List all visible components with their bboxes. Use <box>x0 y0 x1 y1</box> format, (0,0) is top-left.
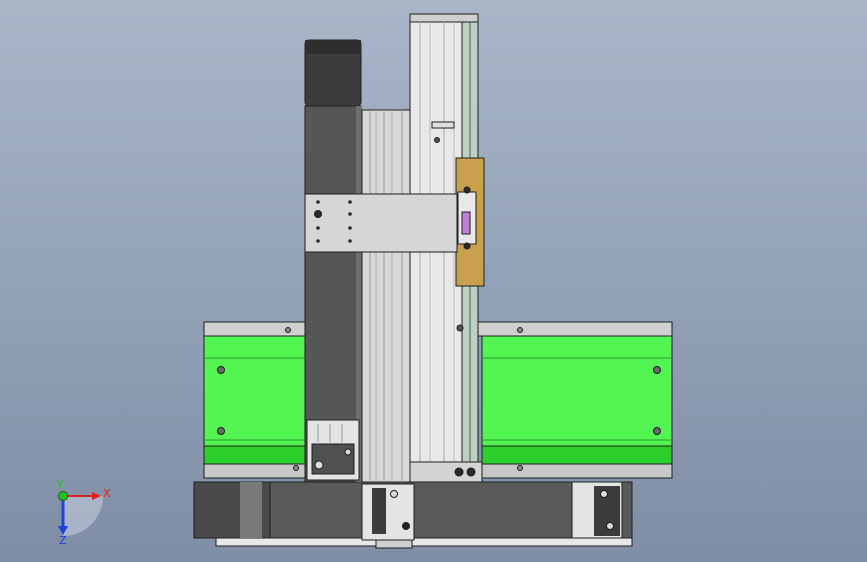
z-profile-top-cap <box>409 13 479 23</box>
screw-hole <box>653 427 661 435</box>
screw-hole <box>463 242 471 250</box>
screw-hole <box>517 465 523 471</box>
screw-hole <box>316 239 320 243</box>
base-beam[interactable] <box>193 481 633 549</box>
screw-hole <box>348 212 352 216</box>
screw-hole <box>434 137 440 143</box>
motor-block[interactable] <box>306 419 360 481</box>
base-beam-highlight <box>240 482 262 538</box>
screw-hole <box>285 327 291 333</box>
screw-hole <box>463 186 471 194</box>
bracket-pink-part <box>461 211 471 235</box>
screw-hole <box>653 366 661 374</box>
gold-bracket[interactable] <box>455 157 485 287</box>
screw-hole <box>314 460 324 470</box>
screw-hole <box>348 226 352 230</box>
x-module-lower-band-right <box>481 445 673 465</box>
base-carriage-center <box>361 483 415 541</box>
screw-hole <box>600 490 608 498</box>
screw-hole <box>454 467 464 477</box>
screw-hole <box>316 200 320 204</box>
base-plate-bottom <box>215 537 633 547</box>
screw-hole <box>348 239 352 243</box>
base-carriage-slot <box>372 488 386 534</box>
x-module-body-left <box>203 335 307 465</box>
z-column-cap-shade <box>305 40 361 54</box>
screw-hole <box>456 324 464 332</box>
z-column-dark[interactable] <box>304 39 362 483</box>
profile-body <box>361 109 411 483</box>
motor-face <box>311 443 355 475</box>
base-carriage-foot <box>375 539 413 549</box>
triad-x-label: X <box>103 487 111 500</box>
x-module-body-right <box>481 335 673 465</box>
screw-hole <box>390 490 398 498</box>
connecting-plate[interactable] <box>304 193 458 253</box>
screw-hole <box>217 366 225 374</box>
screw-hole <box>466 467 476 477</box>
screw-hole <box>517 327 523 333</box>
screw-hole <box>344 448 352 456</box>
screw-hole <box>606 522 614 530</box>
cad-assembly-drawing: X Y Z <box>0 0 867 562</box>
screw-hole <box>314 210 322 218</box>
plate-body <box>304 193 458 253</box>
cad-viewport[interactable]: X Y Z <box>0 0 867 562</box>
triad-y-origin <box>58 491 68 501</box>
triad-y-label: Y <box>56 478 64 491</box>
screw-hole <box>348 200 352 204</box>
center-profile-left <box>361 109 411 483</box>
triad-z-label: Z <box>59 534 67 547</box>
screw-hole <box>316 226 320 230</box>
screw-hole <box>293 465 299 471</box>
z-sensor-flag <box>431 121 455 129</box>
screw-hole <box>217 427 225 435</box>
screw-hole <box>402 522 410 530</box>
x-module-lower-band-left <box>203 445 307 465</box>
